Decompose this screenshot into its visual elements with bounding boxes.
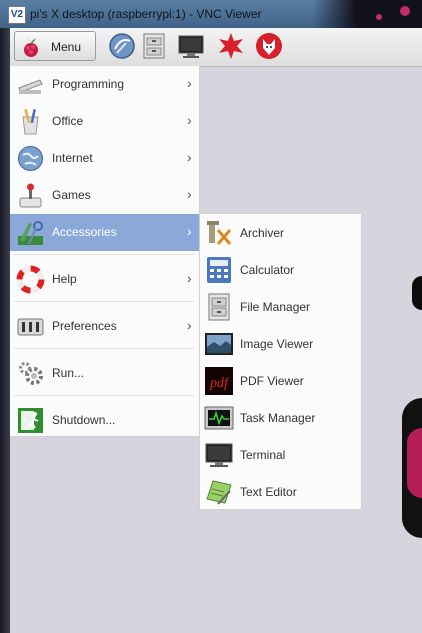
menu-item-label: Accessories [52,225,117,239]
vnc-app-icon: V2 [8,6,26,24]
preferences-icon [17,318,44,336]
wolfram-icon[interactable] [254,31,284,61]
desktop-logo-fragment [412,276,422,310]
menu-item-help[interactable]: Help › [10,261,199,298]
chevron-right-icon: › [187,112,192,128]
chevron-right-icon: › [187,186,192,202]
menu-item-label: Shutdown... [52,413,116,427]
task-manager-icon [204,406,234,430]
menu-button[interactable]: Menu [14,31,96,61]
submenu-item-terminal[interactable]: Terminal [200,436,361,473]
file-manager-icon[interactable] [139,31,169,61]
submenu-item-label: Calculator [240,263,295,277]
terminal-icon [205,443,233,467]
svg-text:pdf: pdf [209,376,230,391]
window-frame-left [0,28,10,633]
terminal-icon[interactable] [176,31,206,61]
submenu-item-image-viewer[interactable]: Image Viewer [200,325,361,362]
menu-item-run[interactable]: Run... [10,355,199,392]
menu-item-label: Office [52,114,84,128]
submenu-item-label: PDF Viewer [240,374,304,388]
archiver-icon [207,221,232,245]
menu-item-shutdown[interactable]: Shutdown... [10,402,199,439]
background-decoration [312,0,422,28]
menu-item-label: Programming [52,77,125,91]
internet-icon [18,146,43,171]
menu-item-label: Run... [52,366,85,380]
submenu-item-label: Task Manager [240,411,316,425]
menu-item-internet[interactable]: Internet › [10,140,199,177]
run-icon [19,362,43,385]
text-editor-icon [206,480,232,505]
desktop-logo-fragment [402,398,422,538]
office-icon [22,108,39,135]
submenu-item-label: Archiver [240,226,285,240]
chevron-right-icon: › [187,223,192,239]
accessories-submenu: Archiver Calculator File Manager Image V… [199,213,362,510]
window-titlebar[interactable]: V2 pi's X desktop (raspberrypi:1) - VNC … [0,0,422,28]
menu-item-label: Games [52,188,91,202]
submenu-item-label: File Manager [240,300,311,314]
menu-item-programming[interactable]: Programming › [10,66,199,103]
menu-separator [14,301,194,302]
file-manager-icon [208,293,230,321]
raspberry-pi-icon [24,38,38,57]
menu-separator [14,254,194,255]
image-viewer-icon [205,333,233,355]
submenu-item-calculator[interactable]: Calculator [200,251,361,288]
menu-item-office[interactable]: Office › [10,103,199,140]
menu-button-label: Menu [51,40,82,54]
calculator-icon [207,257,231,283]
submenu-item-label: Text Editor [240,485,297,499]
menu-item-accessories[interactable]: Accessories › [10,214,199,251]
submenu-item-task-manager[interactable]: Task Manager [200,399,361,436]
browser-icon[interactable] [107,31,137,61]
submenu-item-file-manager[interactable]: File Manager [200,288,361,325]
menu-separator [14,395,194,396]
pdf-viewer-icon: pdf [205,367,233,395]
chevron-right-icon: › [187,149,192,165]
shutdown-icon [18,408,43,433]
submenu-item-label: Terminal [240,448,286,462]
chevron-right-icon: › [187,270,192,286]
help-icon [16,265,45,294]
chevron-right-icon: › [187,317,192,333]
submenu-item-archiver[interactable]: Archiver [200,214,361,251]
mathematica-icon[interactable] [216,31,246,61]
menu-item-games[interactable]: Games › [10,177,199,214]
taskbar-panel: Menu [10,28,422,67]
main-menu: Programming › Office › Internet › Games … [10,66,200,437]
accessories-icon [18,221,43,245]
menu-item-label: Internet [52,151,93,165]
chevron-right-icon: › [187,75,192,91]
submenu-item-pdf-viewer[interactable]: pdf PDF Viewer [200,362,361,399]
games-icon [19,183,42,208]
submenu-item-label: Image Viewer [240,337,314,351]
menu-item-label: Preferences [52,319,117,333]
menu-item-preferences[interactable]: Preferences › [10,308,199,345]
menu-separator [14,348,194,349]
window-title: pi's X desktop (raspberrypi:1) - VNC Vie… [30,7,262,21]
programming-icon [18,79,43,94]
submenu-item-text-editor[interactable]: Text Editor [200,473,361,510]
menu-item-label: Help [52,272,77,286]
